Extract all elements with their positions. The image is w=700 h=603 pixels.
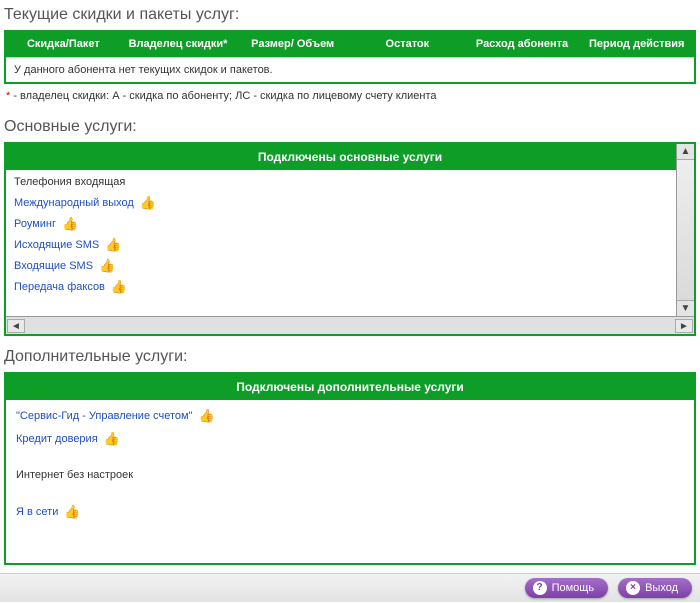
service-link[interactable]: Я в сети <box>16 506 58 518</box>
list-item: Интернет без настроек <box>6 464 694 486</box>
service-link[interactable]: Входящие SMS <box>14 260 93 272</box>
service-text: Интернет без настроек <box>16 469 133 481</box>
col-discount: Скидка/Пакет <box>6 32 121 57</box>
thumbs-up-icon: 👍 <box>111 280 127 293</box>
service-link[interactable]: Передача факсов <box>14 281 105 293</box>
scroll-right-button[interactable]: ► <box>675 319 693 333</box>
thumbs-up-icon: 👍 <box>64 505 80 518</box>
thumbs-up-icon: 👍 <box>140 196 156 209</box>
list-item: Роуминг 👍 <box>6 213 676 234</box>
help-button[interactable]: ? Помощь <box>525 578 609 598</box>
col-balance: Остаток <box>350 32 465 57</box>
main-services-header: Подключены основные услуги <box>6 144 694 170</box>
list-item: Исходящие SMS 👍 <box>6 234 676 255</box>
list-item: Входящие SMS 👍 <box>6 255 676 276</box>
service-link[interactable]: "Сервис-Гид - Управление счетом" <box>16 410 192 422</box>
list-item: Кредит доверия 👍 <box>6 427 694 450</box>
list-item: "Сервис-Гид - Управление счетом" 👍 <box>6 404 694 427</box>
service-link[interactable]: Кредит доверия <box>16 433 98 445</box>
addl-services-header: Подключены дополнительные услуги <box>6 374 694 400</box>
discounts-empty-row: У данного абонента нет текущих скидок и … <box>6 57 694 82</box>
footnote-text: - владелец скидки: А - скидка по абонент… <box>10 90 436 102</box>
main-services-viewport: Телефония входящаяМеждународный выход👍Ро… <box>6 170 694 316</box>
help-icon: ? <box>533 581 547 595</box>
footer-bar: ? Помощь × Выход <box>0 573 700 602</box>
help-label: Помощь <box>552 582 595 594</box>
list-item <box>6 486 694 500</box>
col-owner: Владелец скидки* <box>121 32 236 57</box>
discounts-title: Текущие скидки и пакеты услуг: <box>0 0 700 28</box>
service-link[interactable]: Роуминг <box>14 218 56 230</box>
discounts-panel: Скидка/Пакет Владелец скидки* Размер/ Об… <box>4 30 696 84</box>
thumbs-up-icon: 👍 <box>62 217 78 230</box>
thumbs-up-icon: 👍 <box>198 409 214 422</box>
col-size: Размер/ Объем <box>235 32 350 57</box>
service-text: Телефония входящая <box>14 176 125 188</box>
discounts-header-row: Скидка/Пакет Владелец скидки* Размер/ Об… <box>6 32 694 57</box>
scroll-down-button[interactable]: ▼ <box>677 300 694 316</box>
list-item: Передача факсов 👍 <box>6 276 676 297</box>
col-usage: Расход абонента <box>465 32 580 57</box>
vertical-scrollbar[interactable]: ▲ ▼ <box>676 170 694 316</box>
col-period: Период действия <box>579 32 694 57</box>
thumbs-up-icon: 👍 <box>99 259 115 272</box>
main-services-panel: Подключены основные услуги Телефония вхо… <box>4 142 696 336</box>
discounts-footnote: * - владелец скидки: А - скидка по абоне… <box>6 90 694 102</box>
thumbs-up-icon: 👍 <box>104 432 120 445</box>
main-services-list: Телефония входящаяМеждународный выход👍Ро… <box>6 170 676 299</box>
addl-services-panel: Подключены дополнительные услуги "Сервис… <box>4 372 696 565</box>
main-services-title: Основные услуги: <box>0 112 700 140</box>
addl-services-title: Дополнительные услуги: <box>0 342 700 370</box>
thumbs-up-icon: 👍 <box>105 238 121 251</box>
close-icon: × <box>626 581 640 595</box>
scroll-left-button[interactable]: ◄ <box>7 319 25 333</box>
exit-button[interactable]: × Выход <box>618 578 692 598</box>
service-link[interactable]: Международный выход <box>14 197 134 209</box>
list-item: Международный выход 👍 <box>6 192 676 213</box>
service-link[interactable]: Исходящие SMS <box>14 239 99 251</box>
list-item: Телефония входящая <box>6 172 676 192</box>
exit-label: Выход <box>645 582 678 594</box>
list-item <box>6 450 694 464</box>
addl-services-list: "Сервис-Гид - Управление счетом"👍Кредит … <box>6 400 694 563</box>
list-item: Я в сети 👍 <box>6 500 694 523</box>
horizontal-scrollbar[interactable]: ◄ ► <box>6 316 694 334</box>
